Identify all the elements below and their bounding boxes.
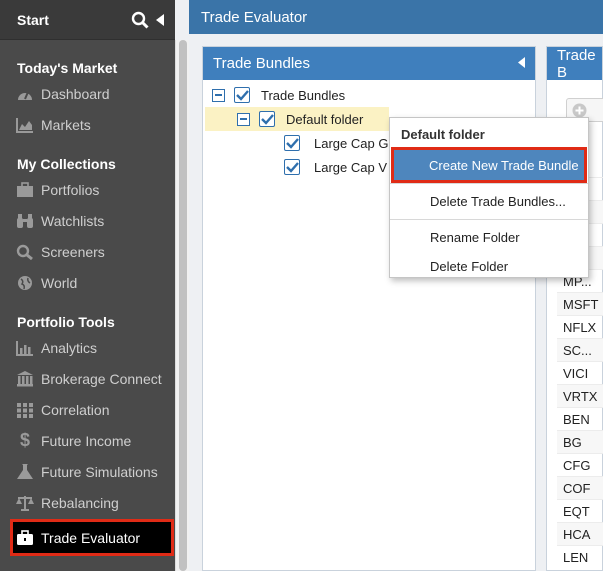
- sidebar-item-label: Screeners: [41, 243, 105, 260]
- tree-root-row[interactable]: Trade Bundles: [212, 83, 345, 107]
- sidebar-item-label: Dashboard: [41, 85, 110, 102]
- section-portfolio-tools: Portfolio Tools: [17, 314, 115, 330]
- rename-folder-item[interactable]: Rename Folder: [390, 223, 588, 252]
- context-menu: Default folder Create New Trade Bundle D…: [389, 117, 589, 278]
- sidebar-item-analytics[interactable]: Analytics: [0, 332, 175, 363]
- sidebar-header: Start: [0, 0, 175, 40]
- menu-divider: [390, 183, 588, 184]
- sidebar-item-future-income[interactable]: $ Future Income: [0, 425, 175, 456]
- table-row[interactable]: BEN: [557, 407, 603, 430]
- table-row[interactable]: MSFT: [557, 292, 603, 315]
- sidebar-item-label: Brokerage Connect: [41, 370, 162, 387]
- sidebar-item-rebalancing[interactable]: Rebalancing: [0, 487, 175, 518]
- sidebar-item-label: Future Income: [41, 432, 132, 449]
- checkbox-checked-icon[interactable]: [284, 159, 300, 175]
- section-todays-market: Today's Market: [17, 60, 118, 76]
- sidebar-item-brokerage-connect[interactable]: Brokerage Connect: [0, 363, 175, 394]
- collapse-node-icon[interactable]: [237, 112, 250, 126]
- delete-folder-item[interactable]: Delete Folder: [390, 252, 588, 281]
- menu-divider: [390, 219, 588, 220]
- sidebar-item-dashboard[interactable]: Dashboard: [0, 78, 175, 109]
- tree-node-label: Large Cap G: [314, 135, 389, 151]
- table-row[interactable]: HCA: [557, 522, 603, 545]
- panel-title: Trade Bundles: [213, 55, 311, 72]
- trade-bundle-detail-header: Trade B: [547, 46, 602, 81]
- scale-icon: [15, 494, 35, 512]
- tree-node-label: Trade Bundles: [261, 87, 346, 103]
- sidebar-item-label: Rebalancing: [41, 494, 119, 511]
- sidebar-item-markets[interactable]: Markets: [0, 109, 175, 140]
- context-menu-title: Default folder: [401, 126, 485, 142]
- sidebar-item-watchlists[interactable]: Watchlists: [0, 205, 175, 236]
- table-row[interactable]: LEN: [557, 545, 603, 568]
- tree-folder-row[interactable]: Default folder: [205, 107, 389, 131]
- sidebar-item-label: World: [41, 274, 78, 291]
- sidebar-item-world[interactable]: World: [0, 267, 175, 298]
- tree-node-label: Large Cap V: [314, 159, 387, 175]
- section-my-collections: My Collections: [17, 156, 116, 172]
- tree-node-label: Default folder: [286, 111, 364, 127]
- checkbox-checked-icon[interactable]: [234, 87, 250, 103]
- globe-icon: [15, 274, 35, 292]
- sidebar-item-future-simulations[interactable]: Future Simulations: [0, 456, 175, 487]
- collapse-panel-icon[interactable]: [518, 55, 525, 72]
- table-row[interactable]: SC...: [557, 338, 603, 361]
- create-new-trade-bundle-item[interactable]: Create New Trade Bundle: [391, 147, 587, 183]
- collapse-node-icon[interactable]: [212, 88, 225, 102]
- flask-icon: [15, 463, 35, 481]
- sidebar: Start Today's Market Dashboard Markets M…: [0, 0, 175, 571]
- table-row[interactable]: CFG: [557, 453, 603, 476]
- sidebar-item-label: Correlation: [41, 401, 110, 418]
- delete-trade-bundles-item[interactable]: Delete Trade Bundles...: [390, 187, 588, 216]
- toolbox-icon: [15, 529, 35, 547]
- sidebar-item-label: Trade Evaluator: [41, 529, 141, 546]
- trade-bundles-panel-header: Trade Bundles: [203, 47, 535, 80]
- scrollbar-thumb[interactable]: [179, 40, 187, 571]
- chart-icon: [15, 116, 35, 134]
- sidebar-item-portfolios[interactable]: Portfolios: [0, 174, 175, 205]
- binoculars-icon: [15, 212, 35, 230]
- tree-bundle-row[interactable]: Large Cap V: [284, 155, 387, 179]
- checkbox-checked-icon[interactable]: [259, 111, 275, 127]
- table-row[interactable]: COF: [557, 476, 603, 499]
- checkbox-checked-icon[interactable]: [284, 135, 300, 151]
- search-icon[interactable]: [129, 9, 151, 31]
- search-icon: [15, 243, 35, 261]
- start-label[interactable]: Start: [17, 12, 129, 28]
- table-row[interactable]: BG: [557, 430, 603, 453]
- sidebar-item-label: Analytics: [41, 339, 98, 356]
- table-row[interactable]: VICI: [557, 361, 603, 384]
- bank-icon: [15, 370, 35, 388]
- collapse-sidebar-icon[interactable]: [153, 9, 167, 31]
- briefcase-icon: [15, 181, 35, 199]
- sidebar-item-trade-evaluator[interactable]: Trade Evaluator: [10, 519, 174, 556]
- tree-bundle-row[interactable]: Large Cap G: [284, 131, 388, 155]
- dollar-icon: $: [19, 430, 30, 450]
- sidebar-item-screeners[interactable]: Screeners: [0, 236, 175, 267]
- page-title-bar: Trade Evaluator: [189, 0, 603, 34]
- table-row[interactable]: VRTX: [557, 384, 603, 407]
- sidebar-item-label: Markets: [41, 116, 91, 133]
- bar-chart-icon: [15, 339, 35, 357]
- table-row[interactable]: EQT: [557, 499, 603, 522]
- sidebar-item-label: Future Simulations: [41, 463, 158, 480]
- table-row[interactable]: NFLX: [557, 315, 603, 338]
- sidebar-item-label: Portfolios: [41, 181, 100, 198]
- sidebar-item-correlation[interactable]: Correlation: [0, 394, 175, 425]
- grid-icon: [15, 401, 35, 419]
- panel-title: Trade B: [557, 46, 596, 81]
- dashboard-icon: [15, 85, 35, 103]
- sidebar-item-label: Watchlists: [41, 212, 105, 229]
- page-title: Trade Evaluator: [201, 8, 308, 26]
- sidebar-scrollbar[interactable]: [175, 40, 189, 571]
